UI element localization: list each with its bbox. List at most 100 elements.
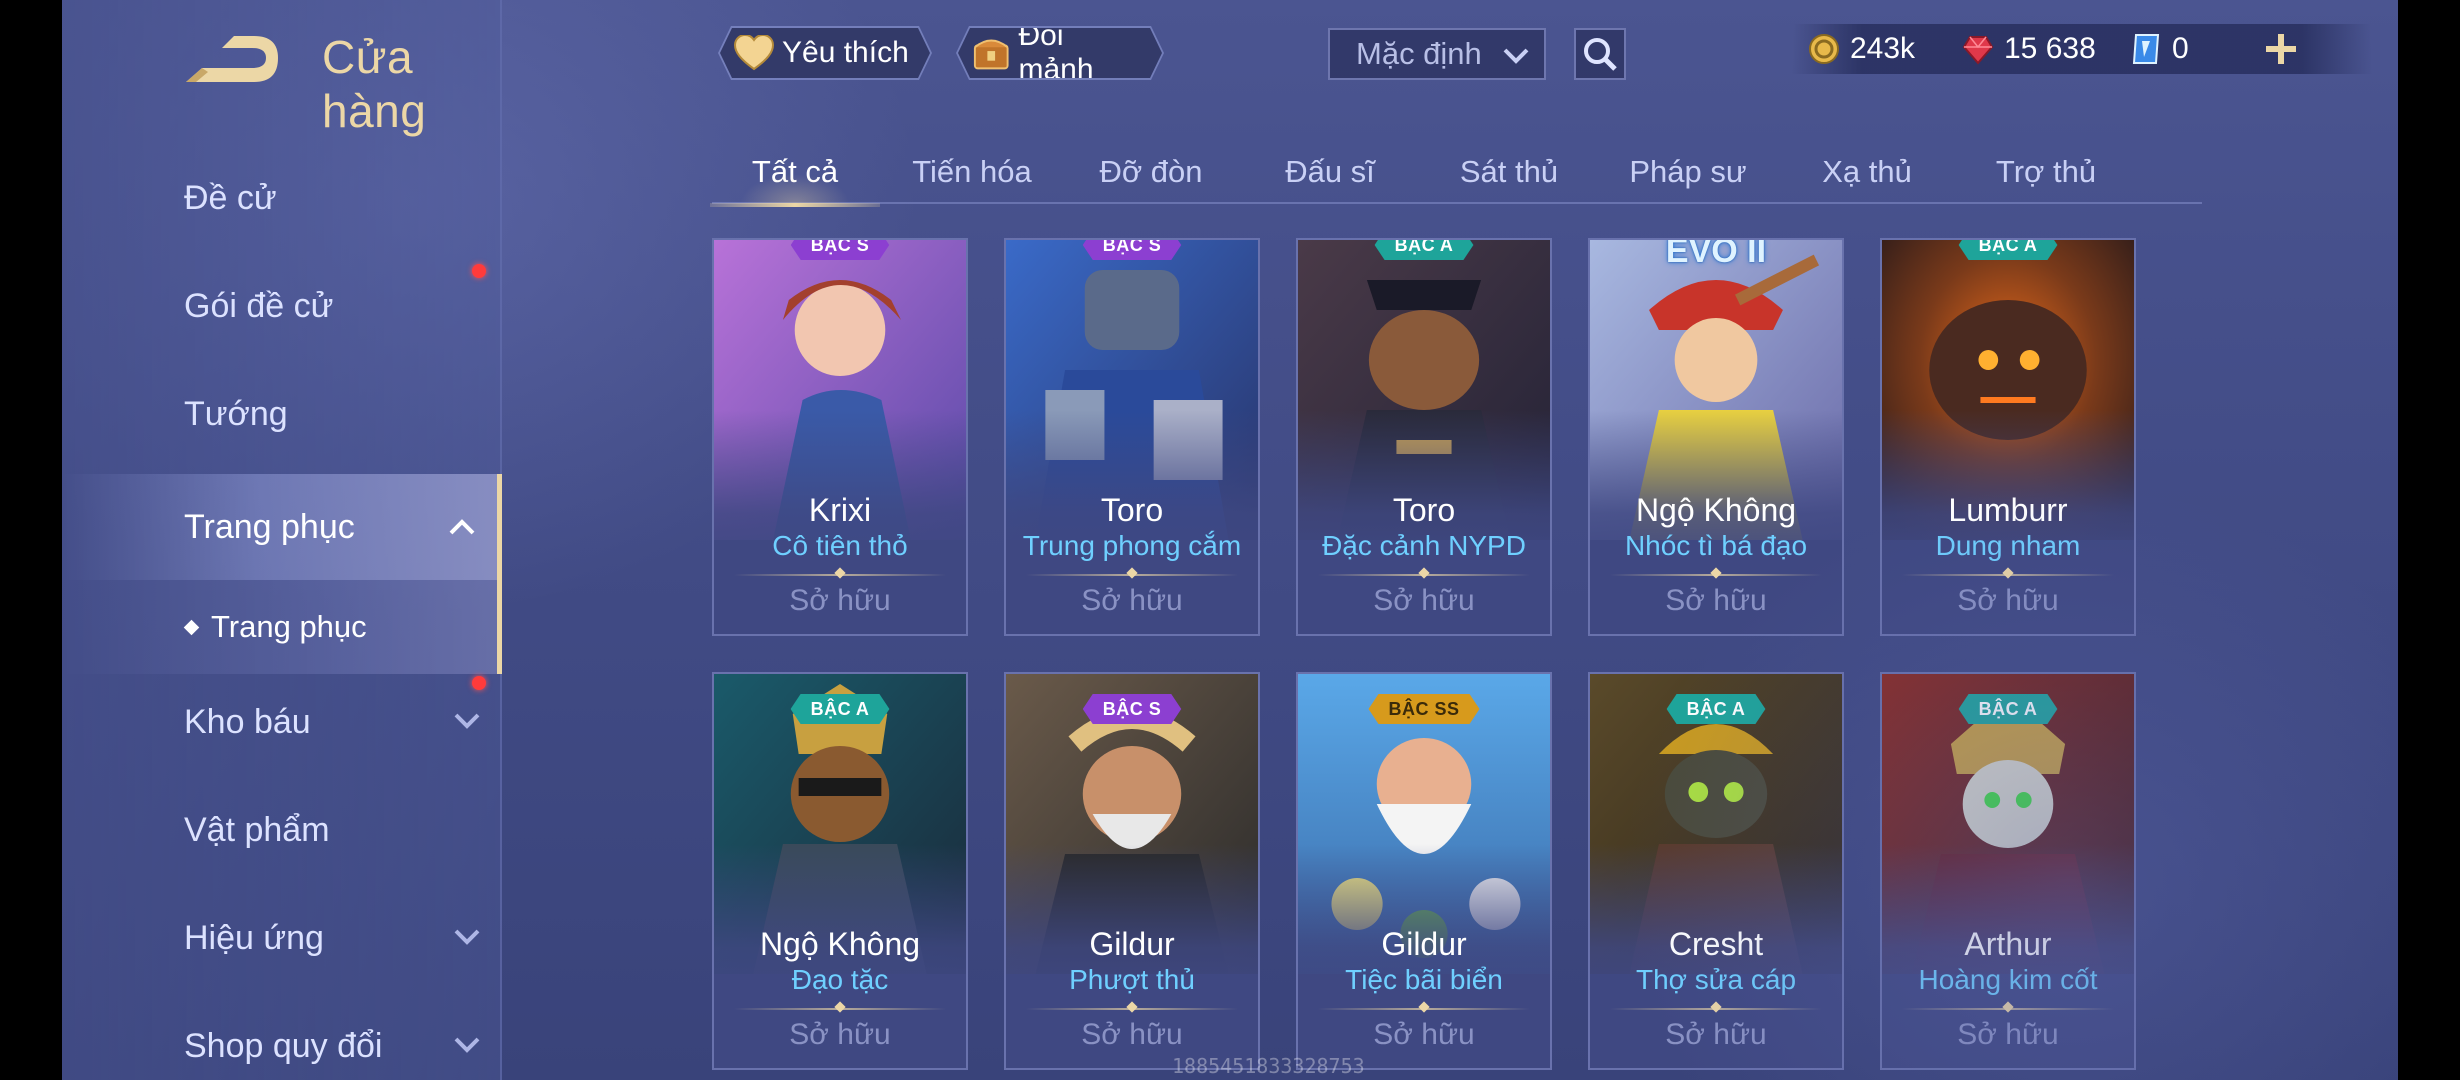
ownership-status: Sở hữu — [1081, 584, 1183, 617]
skin-card[interactable]: BẬC A Toro Đặc cảnh NYPD Sở hữu — [1296, 238, 1552, 636]
sidebar-item-label: Trang phục — [184, 507, 355, 546]
card-divider — [734, 574, 946, 576]
currency-value: 15 638 — [2004, 32, 2096, 65]
tab-label: Pháp sư — [1629, 154, 1747, 189]
notification-dot — [472, 264, 486, 278]
ownership-status: Sở hữu — [1373, 584, 1475, 617]
category-tabs: Tất cả Tiến hóa Đỡ đòn Đấu sĩ Sát thủ Ph… — [710, 140, 2202, 207]
tab-support[interactable]: Trợ thủ — [1961, 140, 2131, 204]
sidebar-subitem-skins[interactable]: Trang phục — [62, 580, 502, 674]
card-divider — [734, 1008, 946, 1010]
hero-name: Cresht — [1668, 926, 1764, 962]
skin-card[interactable]: BẬC A Arthur Hoàng kim cốt Sở hữu — [1880, 672, 2136, 1070]
tier-badge: BẬC SS — [1368, 694, 1479, 724]
currency-gems: 15 638 — [1962, 24, 2096, 74]
tier-badge: BẬC A — [791, 694, 890, 724]
sort-selected-value: Mặc định — [1356, 36, 1482, 71]
sidebar-item-label: Kho báu — [184, 702, 311, 741]
hero-name: Ngộ Không — [759, 926, 921, 962]
ownership-status: Sở hữu — [789, 584, 891, 617]
ownership-status: Sở hữu — [1957, 584, 2059, 617]
back-button[interactable] — [182, 32, 280, 88]
card-divider — [1026, 574, 1238, 576]
sidebar-item-effects[interactable]: Hiệu ứng — [62, 890, 502, 986]
chevron-down-icon — [454, 713, 480, 729]
skin-name: Hoàng kim cốt — [1918, 964, 2098, 995]
skin-card[interactable]: BẬC SS Gildur Tiệc bãi biển Sở hữu — [1296, 672, 1552, 1070]
sidebar-item-exchange-shop[interactable]: Shop quy đổi — [62, 998, 502, 1080]
favorite-label: Yêu thích — [782, 36, 909, 69]
currency-gold: 243k — [1808, 24, 1915, 74]
blue-voucher-icon — [2132, 34, 2160, 64]
tab-label: Đấu sĩ — [1285, 154, 1375, 189]
tab-label: Trợ thủ — [1995, 154, 2097, 189]
sidebar-item-treasure[interactable]: Kho báu — [62, 674, 502, 770]
skin-card[interactable]: BẬC S Toro Trung phong cắm Sở hữu — [1004, 238, 1260, 636]
search-button[interactable] — [1574, 28, 1626, 80]
back-arrow-icon — [186, 36, 278, 82]
sidebar: Cửa hàng Đề cử Gói đề cử Tướng Trang phụ… — [62, 0, 502, 1080]
skin-name: Tiệc bãi biển — [1345, 964, 1503, 995]
card-fade — [1882, 844, 2134, 1068]
tab-label: Tất cả — [751, 154, 839, 189]
hero-name: Ngộ Không — [1635, 492, 1797, 528]
add-currency-button[interactable] — [2260, 28, 2302, 70]
skin-card[interactable]: BẬC S Krixi Cô tiên thỏ Sở hữu — [712, 238, 968, 636]
card-divider — [1902, 574, 2114, 576]
sidebar-item-recommended-packs[interactable]: Gói đề cử — [62, 258, 502, 354]
skin-card[interactable]: BẬC A Cresht Thợ sửa cáp Sở hữu — [1588, 672, 1844, 1070]
skin-card[interactable]: EVO II Ngộ Không Nhóc tì bá đạo Sở hữu — [1588, 238, 1844, 636]
skin-card[interactable]: BẬC A Lumburr Dung nham Sở hữu — [1880, 238, 2136, 636]
sidebar-item-label: Shop quy đổi — [184, 1026, 383, 1065]
ownership-status: Sở hữu — [1373, 1018, 1475, 1051]
page-title: Cửa hàng — [322, 31, 427, 137]
tier-badge: BẬC S — [791, 238, 890, 260]
sidebar-item-items[interactable]: Vật phẩm — [62, 782, 502, 878]
tab-assassin[interactable]: Sát thủ — [1424, 140, 1594, 204]
treasure-chest-icon — [972, 33, 1010, 73]
exchange-label: Đổi mảnh — [1018, 19, 1094, 86]
tab-tank[interactable]: Đỡ đòn — [1066, 140, 1236, 204]
card-divider — [1610, 574, 1822, 576]
skin-card[interactable]: BẬC A Ngộ Không Đạo tặc Sở hữu — [712, 672, 968, 1070]
tab-label: Tiến hóa — [912, 154, 1032, 189]
ownership-status: Sở hữu — [1081, 1018, 1183, 1051]
currency-value: 243k — [1850, 32, 1916, 65]
sidebar-item-label: Đề cử — [184, 178, 277, 217]
evolution-badge: EVO II — [1665, 238, 1767, 270]
chevron-up-icon — [449, 519, 475, 535]
skin-artwork — [1590, 674, 1842, 974]
sidebar-item-label: Tướng — [184, 394, 288, 433]
sidebar-item-heroes[interactable]: Tướng — [62, 366, 502, 462]
exchange-fragments-button[interactable]: Đổi mảnh — [958, 28, 1162, 78]
chevron-down-icon — [454, 1037, 480, 1053]
card-divider — [1318, 574, 1530, 576]
ownership-status: Sở hữu — [1957, 1018, 2059, 1051]
hero-name: Gildur — [1381, 926, 1467, 962]
skin-card[interactable]: BẬC S Gildur Phượt thủ Sở hữu — [1004, 672, 1260, 1070]
screen-bezel-left — [0, 0, 62, 1080]
shop-screen: Cửa hàng Đề cử Gói đề cử Tướng Trang phụ… — [62, 0, 2398, 1080]
favorite-button[interactable]: Yêu thích — [720, 28, 930, 78]
card-divider — [1902, 1008, 2114, 1010]
card-fade — [1590, 410, 1842, 634]
ownership-status: Sở hữu — [1665, 584, 1767, 617]
card-fade — [1882, 410, 2134, 634]
currency-vouchers: 0 — [2130, 24, 2189, 74]
sort-dropdown[interactable]: Mặc định — [1328, 28, 1546, 80]
sidebar-item-label: Vật phẩm — [184, 810, 330, 849]
tab-mage[interactable]: Pháp sư — [1603, 140, 1773, 204]
tab-marksman[interactable]: Xạ thủ — [1782, 140, 1952, 204]
red-gem-icon — [1962, 36, 1994, 65]
sidebar-item-recommended[interactable]: Đề cử — [62, 150, 502, 246]
hero-name: Lumburr — [1948, 492, 2068, 528]
sidebar-item-skins[interactable]: Trang phục — [62, 474, 502, 580]
tier-badge: BẬC A — [1667, 694, 1766, 724]
sidebar-item-label: Gói đề cử — [184, 286, 334, 325]
skin-artwork — [1882, 240, 2134, 540]
tab-fighter[interactable]: Đấu sĩ — [1245, 140, 1415, 204]
tab-all[interactable]: Tất cả — [710, 140, 880, 207]
skin-name: Đạo tặc — [791, 964, 889, 995]
tab-evolution[interactable]: Tiến hóa — [887, 140, 1057, 204]
sidebar-subitem-label: Trang phục — [211, 609, 367, 644]
